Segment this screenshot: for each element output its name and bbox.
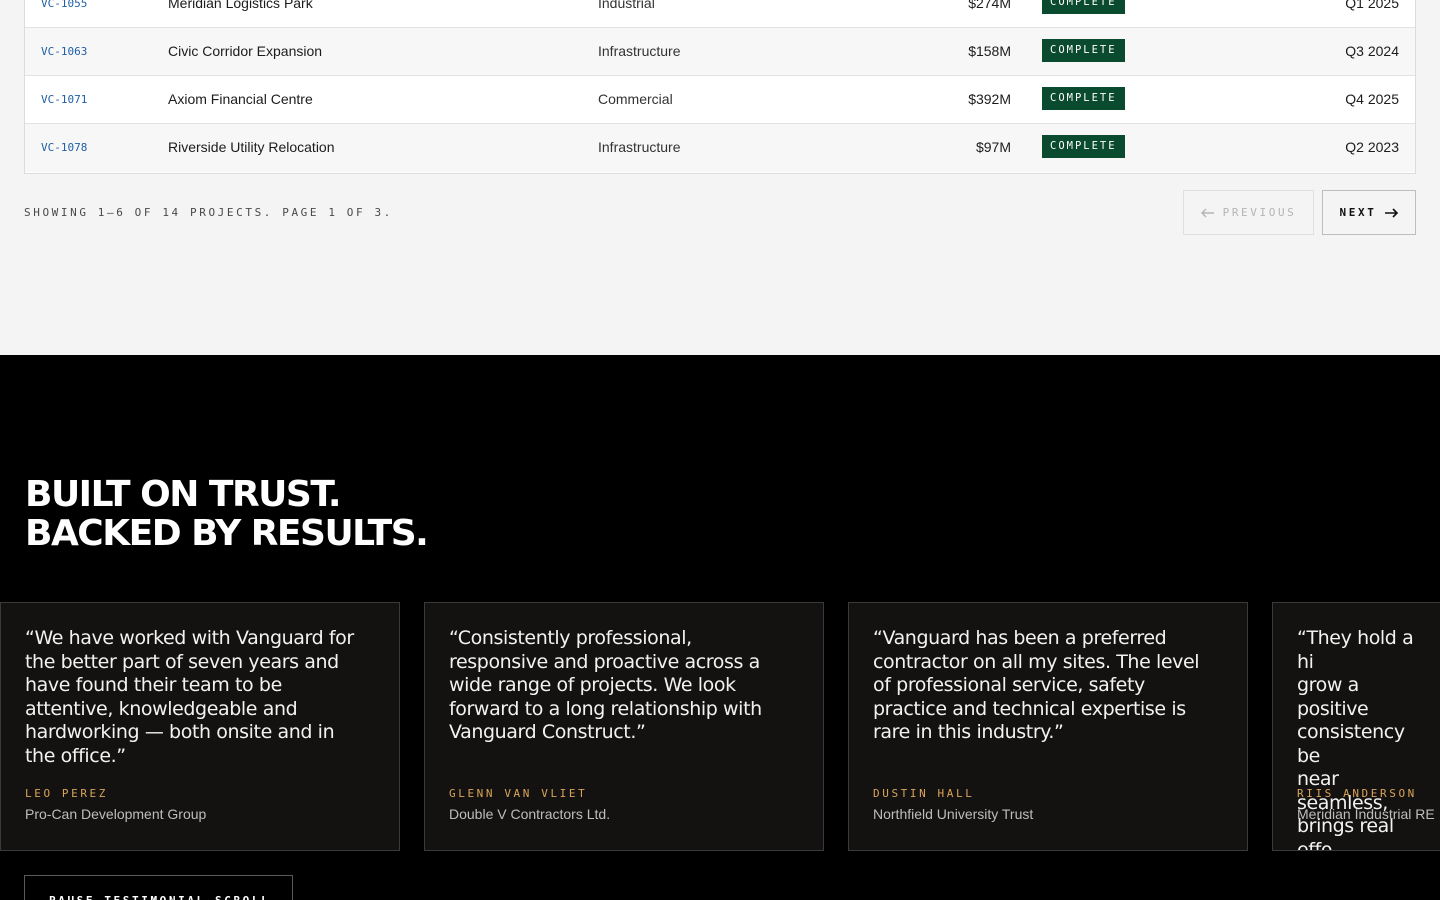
project-sector: Infrastructure bbox=[598, 43, 681, 59]
table-row[interactable]: VC-1078 Riverside Utility Relocation Inf… bbox=[25, 124, 1415, 172]
status-badge: COMPLETE bbox=[1042, 39, 1125, 63]
project-value: $158M bbox=[968, 43, 1011, 59]
previous-label: PREVIOUS bbox=[1222, 206, 1297, 219]
project-id[interactable]: VC-1055 bbox=[41, 0, 87, 27]
project-id[interactable]: VC-1071 bbox=[41, 76, 87, 123]
status-badge: COMPLETE bbox=[1042, 87, 1125, 111]
testimonial-card: “Consistently professional, responsive a… bbox=[424, 602, 824, 851]
arrow-right-icon bbox=[1384, 207, 1399, 218]
testimonial-card: “They hold a hi grow a positive consiste… bbox=[1272, 602, 1440, 851]
project-value: $274M bbox=[968, 0, 1011, 11]
project-sector: Infrastructure bbox=[598, 139, 681, 155]
testimonial-author: GLENN VAN VLIET bbox=[449, 787, 588, 800]
project-id[interactable]: VC-1078 bbox=[41, 124, 87, 171]
project-id[interactable]: VC-1063 bbox=[41, 28, 87, 75]
testimonial-author: LEO PEREZ bbox=[25, 787, 109, 800]
project-name: Axiom Financial Centre bbox=[168, 91, 313, 107]
testimonial-quote: “Vanguard has been a preferred contracto… bbox=[873, 627, 1200, 743]
heading-line-1: BUILT ON TRUST. bbox=[25, 474, 342, 515]
arrow-left-icon bbox=[1200, 208, 1215, 218]
testimonial-card: “We have worked with Vanguard for the be… bbox=[0, 602, 400, 851]
project-sector: Commercial bbox=[598, 91, 673, 107]
project-name: Meridian Logistics Park bbox=[168, 0, 313, 11]
testimonial-company: Meridian Industrial RE bbox=[1297, 806, 1435, 822]
testimonials-heading: BUILT ON TRUST. BACKED BY RESULTS. bbox=[25, 474, 429, 554]
testimonial-company: Northfield University Trust bbox=[873, 806, 1034, 822]
heading-line-2: BACKED BY RESULTS. bbox=[25, 513, 429, 554]
project-date: Q3 2024 bbox=[1345, 43, 1399, 59]
status-badge: COMPLETE bbox=[1042, 135, 1125, 159]
next-page-button[interactable]: NEXT bbox=[1322, 190, 1416, 235]
project-value: $392M bbox=[968, 91, 1011, 107]
project-date: Q2 2023 bbox=[1345, 139, 1399, 155]
testimonial-company: Pro-Can Development Group bbox=[25, 806, 207, 822]
pagination-summary: SHOWING 1–6 OF 14 PROJECTS. PAGE 1 OF 3. bbox=[24, 206, 393, 219]
testimonial-quote: “We have worked with Vanguard for the be… bbox=[25, 627, 354, 767]
project-date: Q4 2025 bbox=[1345, 91, 1399, 107]
testimonial-author: RIIS ANDERSON bbox=[1297, 787, 1417, 800]
project-date: Q1 2025 bbox=[1345, 0, 1399, 11]
table-row[interactable]: VC-1071 Axiom Financial Centre Commercia… bbox=[25, 76, 1415, 124]
previous-page-button[interactable]: PREVIOUS bbox=[1183, 190, 1314, 235]
table-row[interactable]: VC-1063 Civic Corridor Expansion Infrast… bbox=[25, 28, 1415, 76]
pause-scroll-button[interactable]: PAUSE TESTIMONIAL SCROLL bbox=[24, 875, 293, 900]
project-name: Riverside Utility Relocation bbox=[168, 139, 335, 155]
project-name: Civic Corridor Expansion bbox=[168, 43, 323, 59]
project-sector: Industrial bbox=[598, 0, 655, 11]
project-value: $97M bbox=[975, 139, 1011, 155]
table-row[interactable]: VC-1055 Meridian Logistics Park Industri… bbox=[25, 0, 1415, 28]
testimonials-section: BUILT ON TRUST. BACKED BY RESULTS. “We h… bbox=[0, 355, 1440, 900]
next-label: NEXT bbox=[1339, 206, 1377, 219]
testimonial-author: DUSTIN HALL bbox=[873, 787, 975, 800]
status-badge: COMPLETE bbox=[1042, 0, 1125, 15]
testimonial-company: Double V Contractors Ltd. bbox=[449, 806, 611, 822]
testimonial-quote: “Consistently professional, responsive a… bbox=[449, 627, 762, 743]
testimonial-card: “Vanguard has been a preferred contracto… bbox=[848, 602, 1248, 851]
projects-table: VC-1055 Meridian Logistics Park Industri… bbox=[24, 0, 1416, 174]
